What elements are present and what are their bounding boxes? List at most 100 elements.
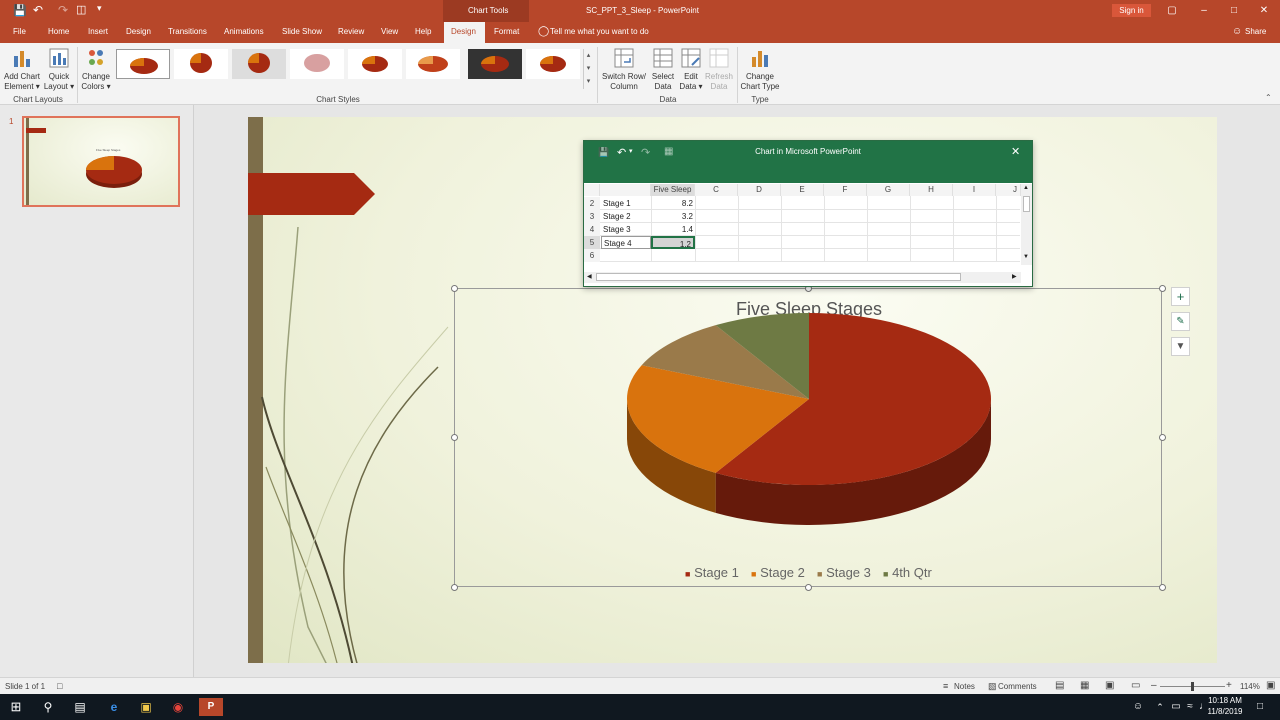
column-header-d[interactable]: D <box>738 184 781 196</box>
quick-layout-button[interactable]: Quick Layout ▾ <box>42 47 76 92</box>
reading-view-icon[interactable]: ▣ <box>1105 680 1114 691</box>
chart-style-8[interactable] <box>526 49 580 79</box>
tab-animations[interactable]: Animations <box>224 27 264 36</box>
gallery-scroll[interactable]: ▴ ▾ ▾ <box>583 49 593 89</box>
column-header-i[interactable]: I <box>953 184 996 196</box>
people-icon[interactable]: ☺ <box>1128 698 1148 716</box>
powerpoint-taskbar-icon[interactable]: P <box>199 698 223 716</box>
column-header-b[interactable]: Five Sleep <box>651 184 695 196</box>
comments-button[interactable]: Comments <box>998 682 1037 691</box>
change-colors-button[interactable]: Change Colors ▾ <box>79 47 113 92</box>
column-header-c[interactable]: C <box>695 184 738 196</box>
tell-me-search[interactable]: Tell me what you want to do <box>550 27 649 36</box>
redo-icon[interactable]: ↷ <box>58 3 68 17</box>
close-icon[interactable]: ✕ <box>1254 4 1274 18</box>
minimize-icon[interactable]: – <box>1194 4 1214 18</box>
clock-date[interactable]: 11/8/2019 <box>1205 707 1245 716</box>
close-icon[interactable]: ✕ <box>1011 145 1020 158</box>
change-chart-type-button[interactable]: Change Chart Type <box>740 47 780 92</box>
notification-icon[interactable]: □ <box>1250 698 1270 716</box>
tab-help[interactable]: Help <box>415 27 431 36</box>
horizontal-scrollbar[interactable]: ◀ ▶ <box>584 272 1021 283</box>
tab-slide-show[interactable]: Slide Show <box>282 27 322 36</box>
present-icon[interactable]: ◫ <box>76 3 86 16</box>
zoom-slider-thumb[interactable] <box>1191 682 1194 691</box>
vertical-scrollbar[interactable]: ▲ ▼ <box>1021 184 1032 265</box>
row-header[interactable]: 4 <box>584 223 600 236</box>
tab-transitions[interactable]: Transitions <box>168 27 207 36</box>
slide-thumbnail[interactable]: Five Sleep Stages <box>22 116 180 207</box>
column-header-f[interactable]: F <box>824 184 867 196</box>
spelling-icon[interactable]: □ <box>57 681 62 691</box>
search-icon[interactable]: ⚲ <box>38 698 58 716</box>
chart-frame[interactable]: Five Sleep Stages ■ Stage 1 ■ Stage 2 ■ … <box>451 285 1166 591</box>
scroll-up-icon[interactable]: ▲ <box>1023 185 1029 191</box>
cell-value[interactable]: 1.4 <box>651 223 693 236</box>
h-scroll-thumb[interactable] <box>596 273 961 281</box>
chart-style-5[interactable] <box>348 49 402 79</box>
edit-data-button[interactable]: Edit Data ▾ <box>678 47 704 92</box>
cell-value[interactable]: 8.2 <box>651 197 693 210</box>
column-header-h[interactable]: H <box>910 184 953 196</box>
normal-view-icon[interactable]: ▤ <box>1055 680 1064 691</box>
tab-design[interactable]: Design <box>126 27 151 36</box>
maximize-icon[interactable]: □ <box>1224 4 1244 18</box>
row-header[interactable]: 5 <box>584 236 600 249</box>
save-icon[interactable]: 💾 <box>13 4 27 17</box>
slideshow-view-icon[interactable]: ▭ <box>1131 680 1140 691</box>
tab-chart-design[interactable]: Design <box>451 27 476 36</box>
tab-view[interactable]: View <box>381 27 398 36</box>
zoom-out-icon[interactable]: – <box>1151 680 1157 691</box>
fit-slide-icon[interactable]: ▣ <box>1266 680 1275 691</box>
chart-style-6[interactable] <box>406 49 460 79</box>
cell-value-selected[interactable]: 1.2 <box>651 236 695 249</box>
chart-style-1[interactable] <box>116 49 170 79</box>
task-view-icon[interactable]: ▤ <box>70 698 90 716</box>
scroll-right-icon[interactable]: ▶ <box>1012 273 1017 280</box>
row-header[interactable]: 3 <box>584 210 600 223</box>
sign-in-button[interactable]: Sign in <box>1112 4 1151 17</box>
select-data-button[interactable]: Select Data <box>648 47 678 92</box>
cell-label-active[interactable]: Stage 4 <box>601 236 651 249</box>
tab-insert[interactable]: Insert <box>88 27 108 36</box>
chart-filters-button[interactable]: ▼ <box>1171 337 1190 356</box>
share-button[interactable]: Share <box>1245 27 1266 36</box>
edge-browser-icon[interactable]: e <box>104 698 124 716</box>
slide-sorter-icon[interactable]: ▦ <box>1080 680 1089 691</box>
zoom-in-icon[interactable]: + <box>1226 680 1232 691</box>
tab-format[interactable]: Format <box>494 27 519 36</box>
file-explorer-icon[interactable]: ▣ <box>136 698 156 716</box>
chart-style-7[interactable] <box>468 49 522 79</box>
ribbon-display-icon[interactable]: ▢ <box>1162 4 1182 18</box>
row-header[interactable]: 6 <box>584 249 600 262</box>
scroll-down-icon[interactable]: ▼ <box>1023 254 1029 260</box>
notes-button[interactable]: Notes <box>954 682 975 691</box>
chart-elements-button[interactable]: + <box>1171 287 1190 306</box>
chrome-icon[interactable]: ◉ <box>168 698 188 716</box>
switch-row-column-button[interactable]: Switch Row/ Column <box>600 47 648 92</box>
scroll-thumb[interactable] <box>1023 196 1030 212</box>
tab-review[interactable]: Review <box>338 27 364 36</box>
column-header-e[interactable]: E <box>781 184 824 196</box>
zoom-level[interactable]: 114% <box>1240 682 1260 691</box>
chart-style-2[interactable] <box>174 49 228 79</box>
chart-style-4[interactable] <box>290 49 344 79</box>
collapse-ribbon-icon[interactable]: ⌃ <box>1265 93 1272 102</box>
refresh-data-button[interactable]: Refresh Data <box>704 47 734 92</box>
tab-file[interactable]: File <box>13 27 26 36</box>
clock-time[interactable]: 10:18 AM <box>1205 696 1245 705</box>
cell-value[interactable]: 3.2 <box>651 210 693 223</box>
tab-home[interactable]: Home <box>48 27 69 36</box>
undo-icon[interactable]: ↶ <box>33 3 43 17</box>
cell-label[interactable]: Stage 2 <box>603 210 631 223</box>
column-header-j[interactable]: J <box>996 184 1021 196</box>
column-header-g[interactable]: G <box>867 184 910 196</box>
chart-style-3[interactable] <box>232 49 286 79</box>
chart-styles-button[interactable]: ✎ <box>1171 312 1190 331</box>
cell-label[interactable]: Stage 1 <box>603 197 631 210</box>
customize-toolbar-icon[interactable]: ▾ <box>97 3 102 14</box>
scroll-left-icon[interactable]: ◀ <box>587 273 592 280</box>
windows-start-icon[interactable]: ⊞ <box>6 698 26 716</box>
add-chart-element-button[interactable]: Add Chart Element ▾ <box>2 47 42 92</box>
cell-label[interactable]: Stage 3 <box>603 223 631 236</box>
